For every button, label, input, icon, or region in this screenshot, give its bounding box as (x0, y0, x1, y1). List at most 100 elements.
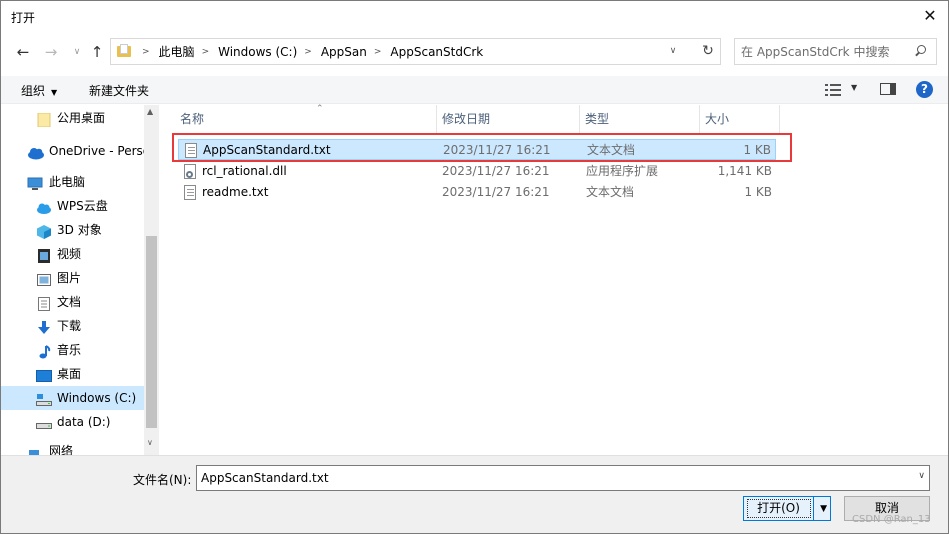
drive-icon (36, 415, 52, 429)
sidebar-item-documents[interactable]: 文档 (1, 290, 144, 314)
bottom-panel: 文件名(N): ∨ 打开(O) ▼ 取消 CSDN @Ran_13 (1, 455, 948, 533)
search-input[interactable] (741, 43, 911, 60)
sidebar-item-label: 公用桌面 (57, 111, 106, 125)
back-arrow-icon[interactable]: ← (13, 41, 33, 63)
music-icon (37, 343, 51, 359)
scroll-up-arrow-icon[interactable]: ▲ (147, 107, 153, 116)
desktop-icon (36, 367, 52, 382)
sort-ascending-icon: ⌃ (316, 104, 324, 114)
search-icon[interactable] (914, 45, 927, 58)
file-name: readme.txt (202, 185, 269, 199)
refresh-icon[interactable]: ↻ (697, 39, 719, 64)
picture-icon (37, 271, 51, 286)
sidebar-scrollbar[interactable]: ▲ ∨ (144, 105, 159, 455)
navigation-pane: 公用桌面 OneDrive - Perso 此电脑 WPS云盘 3D 对象 视频… (1, 105, 159, 455)
address-bar[interactable]: > 此电脑 > Windows (C:) > AppSan > AppScanS… (110, 38, 721, 65)
search-box[interactable] (734, 38, 937, 65)
change-view-button[interactable]: ▼ (825, 81, 861, 99)
file-date: 2023/11/27 16:21 (443, 143, 551, 157)
file-row[interactable]: readme.txt 2023/11/27 16:21 文本文档 1 KB (178, 182, 776, 203)
recent-locations-chevron-icon[interactable]: ∨ (67, 41, 87, 63)
view-caret-icon: ▼ (851, 83, 858, 92)
new-folder-button[interactable]: 新建文件夹 (89, 82, 149, 99)
scroll-down-arrow-icon[interactable]: ∨ (147, 438, 153, 447)
network-icon (27, 446, 41, 455)
column-header-date[interactable]: 修改日期 (437, 105, 580, 133)
sidebar-item-pictures[interactable]: 图片 (1, 266, 144, 290)
filename-input[interactable] (201, 470, 891, 486)
file-size: 1 KB (744, 185, 772, 199)
open-file-dialog: 打开 ✕ ← → ∨ ↑ > 此电脑 > Windows (C:) > AppS… (0, 0, 949, 534)
sidebar-item-public-desktop[interactable]: 公用桌面 (1, 106, 144, 130)
sidebar-item-windows-c[interactable]: Windows (C:) (1, 386, 144, 410)
sidebar-item-videos[interactable]: 视频 (1, 242, 144, 266)
dll-file-icon (184, 164, 196, 179)
preview-pane-icon[interactable] (880, 83, 896, 95)
organize-button[interactable]: 组织 ▼ (21, 82, 57, 99)
column-header-label: 大小 (705, 112, 730, 126)
open-button[interactable]: 打开(O) ▼ (743, 496, 831, 521)
dialog-title: 打开 (11, 11, 36, 25)
sidebar-item-label: 文档 (57, 295, 82, 309)
help-icon[interactable]: ? (916, 81, 933, 98)
sidebar-item-label: 桌面 (57, 367, 82, 381)
forward-arrow-icon[interactable]: → (41, 41, 61, 63)
sidebar-item-downloads[interactable]: 下载 (1, 314, 144, 338)
text-file-icon (185, 143, 197, 158)
file-type: 文本文档 (586, 185, 635, 199)
file-date: 2023/11/27 16:21 (442, 185, 550, 199)
sidebar-item-label: WPS云盘 (57, 199, 108, 213)
column-header-type[interactable]: 类型 (580, 105, 700, 133)
breadcrumb-separator-icon[interactable]: > (374, 47, 382, 57)
breadcrumb-separator-icon[interactable]: > (202, 47, 210, 57)
breadcrumb-windows-c[interactable]: Windows (C:) (218, 45, 297, 59)
file-list: ⌃ 名称 修改日期 类型 大小 AppScanStandard.txt 2023… (160, 104, 948, 455)
address-history-chevron-icon[interactable]: ∨ (662, 39, 684, 64)
scrollbar-thumb[interactable] (146, 236, 157, 428)
sidebar-item-music[interactable]: 音乐 (1, 338, 144, 362)
column-header-label: 类型 (585, 112, 610, 126)
sidebar-item-label: 此电脑 (49, 175, 86, 189)
column-header-size[interactable]: 大小 (700, 105, 780, 133)
sidebar-item-desktop[interactable]: 桌面 (1, 362, 144, 386)
filename-label: 文件名(N): (133, 473, 192, 487)
sidebar-item-3d-objects[interactable]: 3D 对象 (1, 218, 144, 242)
sidebar-item-label: data (D:) (57, 415, 111, 429)
video-icon (37, 247, 51, 263)
organize-label: 组织 (21, 84, 46, 98)
breadcrumb-this-pc[interactable]: 此电脑 (159, 43, 195, 60)
file-date: 2023/11/27 16:21 (442, 164, 550, 178)
file-size: 1 KB (743, 143, 771, 157)
sidebar-item-data-d[interactable]: data (D:) (1, 410, 144, 434)
file-name: rcl_rational.dll (202, 164, 287, 178)
sidebar-item-label: 3D 对象 (57, 223, 102, 237)
sidebar-item-label: 下载 (57, 319, 82, 333)
watermark-text: CSDN @Ran_13 (852, 514, 931, 525)
sidebar-item-this-pc[interactable]: 此电脑 (1, 170, 144, 194)
document-icon (37, 295, 51, 311)
breadcrumb-separator-icon[interactable]: > (142, 47, 150, 57)
file-row[interactable]: AppScanStandard.txt 2023/11/27 16:21 文本文… (178, 139, 776, 160)
details-view-icon (825, 84, 841, 96)
cloud-icon (27, 144, 45, 160)
sidebar-item-onedrive[interactable]: OneDrive - Perso (1, 139, 150, 163)
command-toolbar: 组织 ▼ 新建文件夹 ▼ ? (1, 76, 948, 104)
sidebar-item-network[interactable]: 网络 (1, 443, 144, 455)
sidebar-item-label: 音乐 (57, 343, 82, 357)
file-type: 文本文档 (587, 143, 636, 157)
up-arrow-icon[interactable]: ↑ (87, 41, 107, 63)
file-size: 1,141 KB (717, 164, 772, 178)
column-header-name[interactable]: ⌃ 名称 (175, 104, 437, 133)
download-icon (37, 319, 51, 334)
filename-combobox[interactable]: ∨ (196, 465, 930, 491)
breadcrumb-appscanstdcrk[interactable]: AppScanStdCrk (390, 45, 483, 59)
breadcrumb-appsan[interactable]: AppSan (321, 45, 367, 59)
title-bar: 打开 ✕ (1, 1, 948, 32)
file-name: AppScanStandard.txt (203, 143, 331, 157)
filename-dropdown-icon[interactable]: ∨ (918, 471, 925, 481)
sidebar-item-wps-cloud[interactable]: WPS云盘 (1, 194, 144, 218)
open-dropdown-icon[interactable]: ▼ (820, 504, 827, 514)
close-icon[interactable]: ✕ (918, 5, 942, 27)
breadcrumb-separator-icon[interactable]: > (304, 47, 312, 57)
file-row[interactable]: rcl_rational.dll 2023/11/27 16:21 应用程序扩展… (178, 161, 776, 182)
